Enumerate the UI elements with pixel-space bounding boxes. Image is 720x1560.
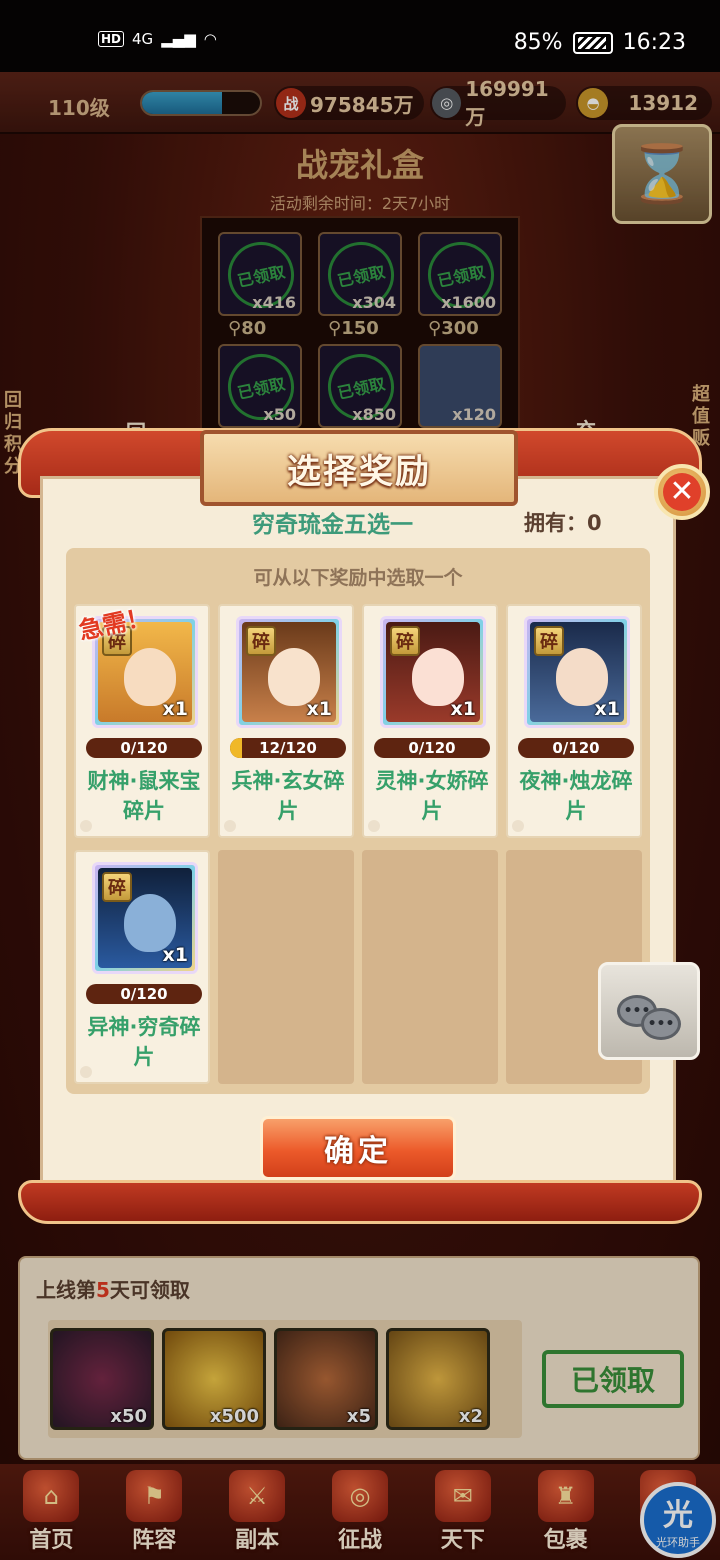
- fragment-badge: 碎: [534, 626, 564, 656]
- progress-text: 0/120: [120, 985, 168, 1003]
- fragment-badge: 碎: [390, 626, 420, 656]
- confirm-button[interactable]: 确定: [260, 1116, 456, 1180]
- reward-option[interactable]: 碎 x1 12/120 兵神·玄女碎片: [218, 604, 354, 838]
- reward-name: 财神·鼠来宝碎片: [87, 769, 201, 823]
- fragment-progress-bar: 0/120: [374, 738, 490, 758]
- hero-portrait: 碎 x1: [236, 616, 342, 728]
- reward-quantity: x1: [306, 698, 332, 720]
- network-4g-indicator: 4G: [132, 30, 154, 48]
- empty-slot: [362, 850, 498, 1084]
- signal-icon: ▂▄▆: [161, 30, 196, 48]
- fragment-progress-bar: 0/120: [86, 738, 202, 758]
- reward-option[interactable]: 碎 x1 0/120 夜神·烛龙碎片: [506, 604, 642, 838]
- reward-quantity: x1: [594, 698, 620, 720]
- fragment-progress-bar: 0/120: [86, 984, 202, 1004]
- reward-name: 灵神·女娇碎片: [375, 769, 489, 823]
- close-button[interactable]: ✕: [654, 464, 710, 520]
- fragment-progress-bar: 0/120: [518, 738, 634, 758]
- owned-count: 拥有：0: [524, 511, 602, 535]
- leaf-ornament: [80, 1066, 92, 1078]
- dialog-title: 选择奖励: [287, 451, 431, 492]
- hero-portrait: 碎 x1: [92, 862, 198, 974]
- battery-icon: [572, 31, 613, 54]
- progress-text: 12/120: [259, 739, 317, 757]
- hero-portrait: 碎 x1: [380, 616, 486, 728]
- box-name: 穷奇琉金五选一: [252, 512, 413, 538]
- reward-option[interactable]: 碎 x1 0/120 灵神·女娇碎片: [362, 604, 498, 838]
- fragment-progress-bar: 12/120: [230, 738, 346, 758]
- selection-hint: 可从以下奖励中选取一个: [253, 567, 463, 589]
- leaf-ornament: [80, 820, 92, 832]
- reward-quantity: x1: [162, 698, 188, 720]
- progress-text: 0/120: [408, 739, 456, 757]
- battery-percent: 85%: [513, 30, 563, 55]
- reward-name: 异神·穷奇碎片: [87, 1015, 201, 1069]
- leaf-ornament: [224, 820, 236, 832]
- fragment-badge: 碎: [102, 872, 132, 902]
- hero-portrait: 碎 x1: [524, 616, 630, 728]
- wifi-icon: ◠: [203, 30, 217, 48]
- progress-text: 0/120: [552, 739, 600, 757]
- chat-bubble-icon: •••: [641, 1008, 681, 1040]
- reward-name: 夜神·烛龙碎片: [519, 769, 633, 823]
- empty-slot: [218, 850, 354, 1084]
- status-bar: HD 4G ▂▄▆ ◠ 85% 16:23: [0, 0, 720, 72]
- fragment-badge: 碎: [246, 626, 276, 656]
- modal-bottom-band: [18, 1180, 702, 1224]
- reward-name: 兵神·玄女碎片: [231, 769, 345, 823]
- reward-option[interactable]: 碎 x1 0/120 异神·穷奇碎片: [74, 850, 210, 1084]
- chat-button[interactable]: ••• •••: [598, 962, 700, 1060]
- clock: 16:23: [622, 30, 686, 55]
- close-icon: ✕: [663, 473, 701, 511]
- progress-text: 0/120: [120, 739, 168, 757]
- reward-option[interactable]: 碎 x1 急需！ 0/120 财神·鼠来宝碎片: [74, 603, 210, 838]
- reward-quantity: x1: [450, 698, 476, 720]
- leaf-ornament: [512, 820, 524, 832]
- hd-indicator: HD: [98, 31, 125, 47]
- leaf-ornament: [368, 820, 380, 832]
- reward-quantity: x1: [162, 944, 188, 966]
- dialog-title-plaque: 选择奖励: [200, 430, 518, 506]
